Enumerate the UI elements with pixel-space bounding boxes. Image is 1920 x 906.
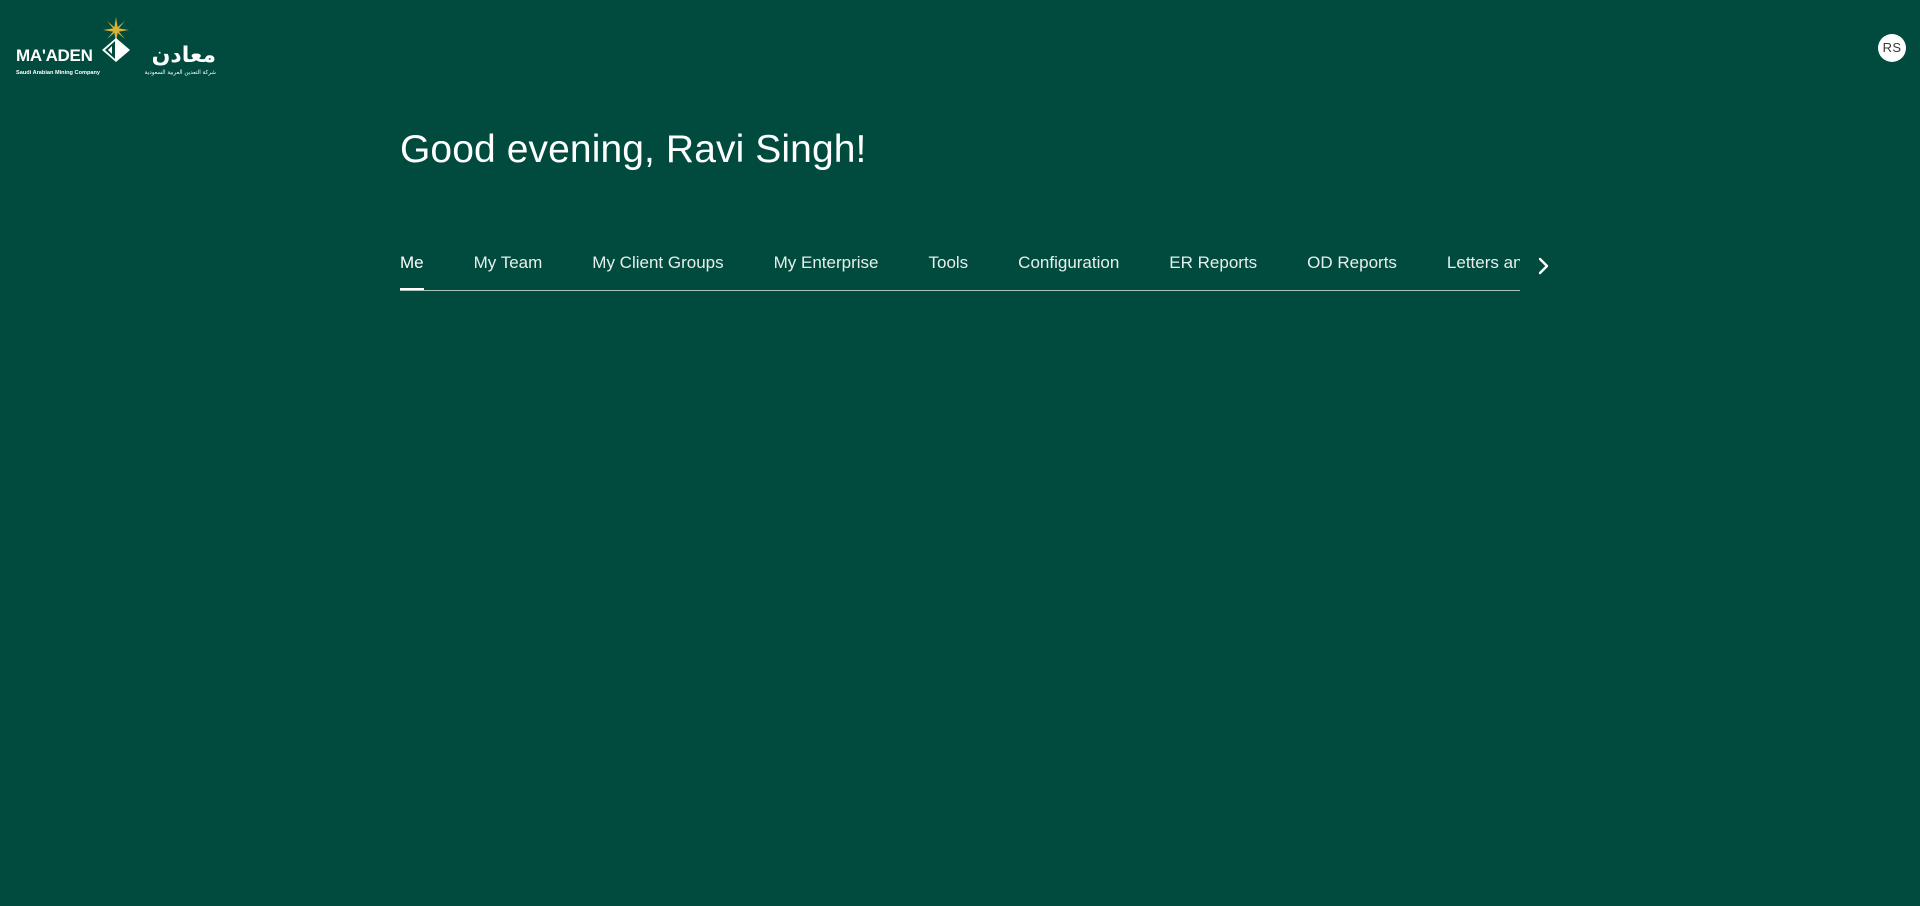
tab-tools[interactable]: Tools (903, 246, 993, 290)
greeting-heading: Good evening, Ravi Singh! (400, 128, 867, 171)
tab-my-team[interactable]: My Team (449, 246, 568, 290)
logo-tagline-en: Saudi Arabian Mining Company (16, 70, 101, 76)
tab-letters-and[interactable]: Letters and (1422, 246, 1520, 290)
logo-wordmark-en: MA'ADEN (16, 46, 93, 65)
maaden-logo[interactable]: MA'ADEN معادن Saudi Arabian Mining Compa… (16, 16, 218, 80)
tab-er-reports[interactable]: ER Reports (1144, 246, 1282, 290)
tab-od-reports[interactable]: OD Reports (1282, 246, 1422, 290)
tab-configuration[interactable]: Configuration (993, 246, 1144, 290)
chevron-right-icon[interactable] (1534, 256, 1554, 276)
tab-list: Me My Team My Client Groups My Enterpris… (400, 246, 1520, 290)
tab-my-enterprise[interactable]: My Enterprise (749, 246, 904, 290)
user-avatar-button[interactable]: RS (1878, 34, 1906, 62)
page: MA'ADEN معادن Saudi Arabian Mining Compa… (0, 0, 1920, 906)
logo-diamond-icon (102, 38, 130, 62)
logo-wordmark-ar: معادن (152, 43, 216, 68)
navigation-tabs: Me My Team My Client Groups My Enterpris… (400, 246, 1520, 291)
logo-tagline-ar: شركة التعدين العربية السعودية (145, 69, 217, 76)
tab-me[interactable]: Me (400, 246, 449, 290)
tab-my-client-groups[interactable]: My Client Groups (567, 246, 748, 290)
